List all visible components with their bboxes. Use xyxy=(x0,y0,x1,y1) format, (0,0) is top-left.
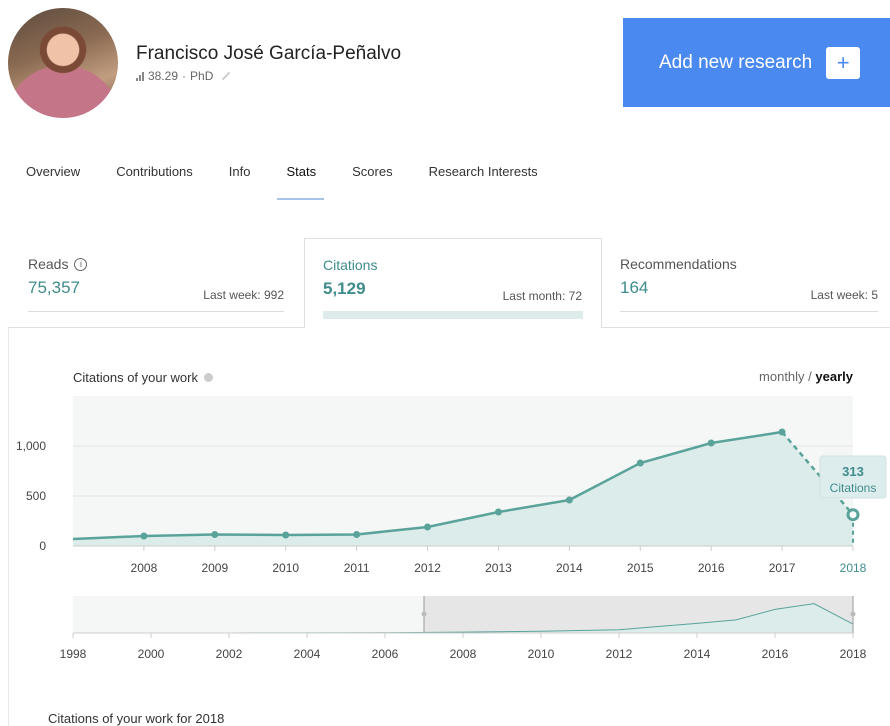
x-tick-label: 2011 xyxy=(344,561,370,575)
x-tick-label: 2012 xyxy=(414,561,441,575)
navigator-handle-grip[interactable] xyxy=(850,611,856,617)
x-tick-label: 2018 xyxy=(840,561,867,575)
navigator-tick-label: 2014 xyxy=(684,647,711,661)
data-point[interactable] xyxy=(353,531,361,538)
x-tick-label: 2009 xyxy=(201,561,228,575)
data-point[interactable] xyxy=(211,531,219,538)
navigator-handle-grip[interactable] xyxy=(421,611,427,617)
data-point[interactable] xyxy=(140,532,148,540)
data-point[interactable] xyxy=(778,428,786,436)
footer-section-title: Citations of your work for 2018 xyxy=(48,711,225,726)
data-point[interactable] xyxy=(282,531,290,539)
navigator-tick-label: 2016 xyxy=(762,647,789,661)
data-point[interactable] xyxy=(636,459,644,467)
y-tick-label: 500 xyxy=(26,489,46,503)
tooltip-value: 313 xyxy=(842,464,864,479)
x-tick-label: 2016 xyxy=(698,561,725,575)
x-tick-label: 2017 xyxy=(769,561,796,575)
y-tick-label: 1,000 xyxy=(16,439,46,453)
navigator-tick-label: 2004 xyxy=(294,647,321,661)
navigator-tick-label: 2000 xyxy=(138,647,165,661)
navigator-tick-label: 2006 xyxy=(372,647,399,661)
navigator-tick-label: 2012 xyxy=(606,647,633,661)
navigator-tick-label: 2008 xyxy=(450,647,477,661)
x-tick-label: 2014 xyxy=(556,561,583,575)
navigator-tick-label: 2002 xyxy=(216,647,243,661)
citations-charts[interactable]: 1,000 500 0 2008 2009 2010 2011 2012 2013 2014 201… xyxy=(0,0,890,726)
y-tick-label: 0 xyxy=(39,539,46,553)
tooltip-label: Citations xyxy=(830,481,877,495)
highlight-point[interactable] xyxy=(846,508,860,522)
x-tick-label: 2008 xyxy=(131,561,158,575)
data-point[interactable] xyxy=(494,508,502,516)
data-point[interactable] xyxy=(707,439,715,447)
x-tick-label: 2015 xyxy=(627,561,654,575)
data-point[interactable] xyxy=(424,523,432,531)
navigator-tick-label: 1998 xyxy=(60,647,87,661)
navigator-tick-label: 2010 xyxy=(528,647,555,661)
x-tick-label: 2010 xyxy=(272,561,299,575)
x-tick-label: 2013 xyxy=(485,561,512,575)
profile-stats-page: Francisco José García-Peñalvo 38.29 · Ph… xyxy=(0,0,890,726)
data-point[interactable] xyxy=(565,496,573,504)
navigator-tick-label: 2018 xyxy=(840,647,867,661)
